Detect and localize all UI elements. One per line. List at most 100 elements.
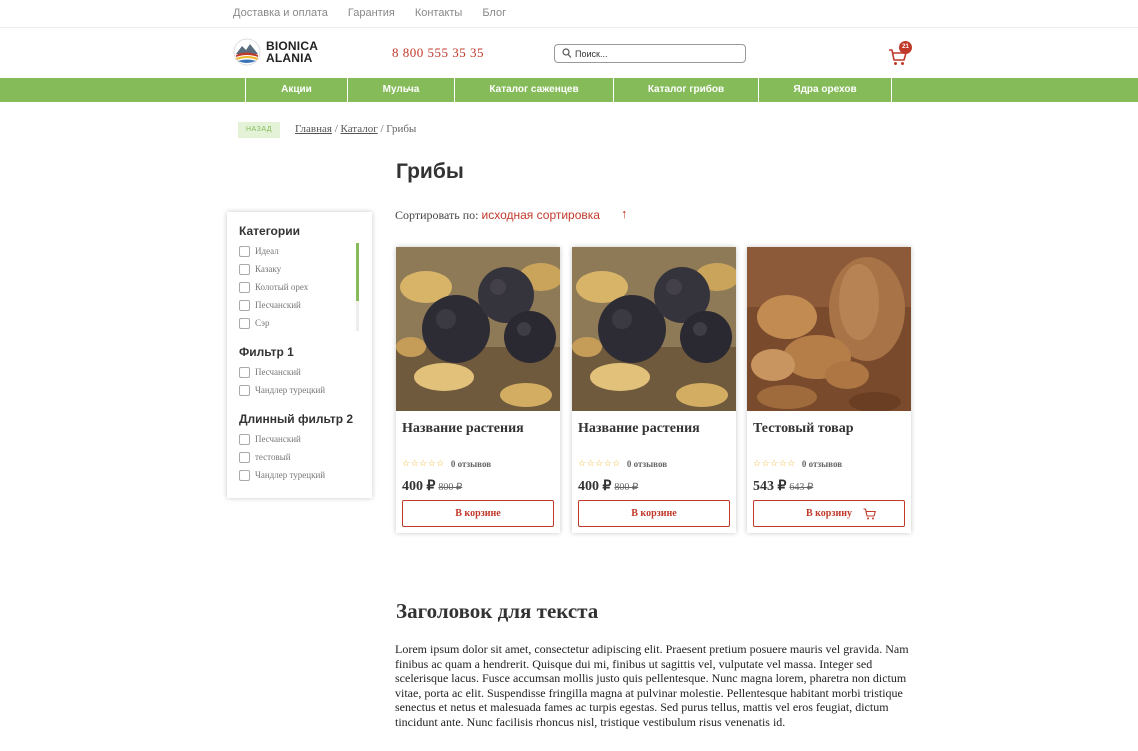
breadcrumb: Главная / Каталог / Грибы: [295, 123, 416, 135]
filter-option-label: Чандлер турецкий: [255, 470, 326, 480]
logo-icon: [233, 38, 261, 66]
filter-group-filter1: Фильтр 1 Песчанский Чандлер турецкий: [239, 345, 325, 399]
logo-line2: ALANIA: [266, 51, 313, 65]
add-to-cart-button[interactable]: В корзину: [753, 500, 905, 527]
add-to-cart-label: В корзину: [805, 508, 853, 519]
breadcrumb-current: Грибы: [386, 123, 417, 135]
breadcrumb-home[interactable]: Главная: [295, 123, 332, 135]
sort-direction-arrow-icon[interactable]: ↑: [621, 206, 628, 221]
cart-button[interactable]: 21: [888, 41, 914, 67]
old-price: 800 ₽: [438, 482, 463, 493]
scrollbar-thumb[interactable]: [356, 243, 359, 301]
checkbox[interactable]: [239, 299, 250, 311]
checkbox[interactable]: [239, 245, 250, 257]
search-input[interactable]: [575, 45, 740, 62]
product-name[interactable]: Тестовый товар: [753, 421, 854, 437]
phone-number[interactable]: 8 800 555 35 35: [392, 45, 484, 61]
filter-option-label: Идеал: [255, 246, 279, 256]
nav-item-seedlings[interactable]: Каталог саженцев: [455, 78, 614, 102]
sort-label: Сортировать по:: [395, 208, 482, 222]
filter-option-label: Казаку: [255, 264, 282, 274]
checkbox[interactable]: [239, 281, 250, 293]
filter-option-label: Песчанский: [255, 434, 301, 444]
in-cart-button[interactable]: В корзине: [402, 500, 554, 527]
top-utility-bar: Доставка и оплата Гарантия Контакты Блог: [0, 0, 1138, 28]
in-cart-button[interactable]: В корзине: [578, 500, 730, 527]
link-blog[interactable]: Блог: [482, 7, 506, 19]
product-name[interactable]: Название растения: [402, 421, 524, 437]
logo[interactable]: BIONICA ALANIA: [233, 38, 318, 66]
checkbox[interactable]: [239, 384, 250, 396]
walnuts-image: [747, 247, 911, 411]
product-image[interactable]: [396, 247, 560, 411]
checkbox[interactable]: [239, 263, 250, 275]
nav-item-mushrooms[interactable]: Каталог грибов: [614, 78, 759, 102]
product-name[interactable]: Название растения: [578, 421, 700, 437]
reviews-count[interactable]: 0 отзывов: [627, 459, 667, 469]
filter-option[interactable]: Казаку: [239, 260, 308, 278]
checkbox[interactable]: [239, 317, 250, 329]
filter-option-label: тестовый: [255, 452, 291, 462]
filter-option-label: Песчанский: [255, 300, 301, 310]
product-price: 400 ₽800 ₽: [578, 478, 638, 495]
rating-stars-icon: ☆☆☆☆☆: [753, 459, 796, 469]
filter-group-filter2: Длинный фильтр 2 Песчанский тестовый Чан…: [239, 412, 353, 484]
truffles-image: [396, 247, 560, 411]
filter-option-label: Колотый орех: [255, 282, 309, 292]
page-title: Грибы: [396, 160, 464, 183]
filter-group-categories: Категории Идеал Казаку Колотый орех Песч…: [239, 224, 308, 332]
current-price: 400 ₽: [402, 479, 436, 494]
filter-option[interactable]: Сэр: [239, 314, 308, 332]
text-section-body: Lorem ipsum dolor sit amet, consectetur …: [395, 642, 909, 729]
truffles-image: [572, 247, 736, 411]
checkbox[interactable]: [239, 469, 250, 481]
old-price: 800 ₽: [614, 482, 639, 493]
checkbox[interactable]: [239, 433, 250, 445]
current-price: 400 ₽: [578, 479, 612, 494]
breadcrumb-separator: /: [377, 123, 387, 135]
categories-scrollbar[interactable]: [356, 243, 359, 331]
filter-option-label: Сэр: [255, 318, 270, 328]
nav-items: Акции Мульча Каталог саженцев Каталог гр…: [245, 78, 892, 102]
filter-option[interactable]: Песчанский: [239, 430, 353, 448]
current-price: 543 ₽: [753, 479, 787, 494]
filter-option[interactable]: Песчанский: [239, 296, 308, 314]
checkbox[interactable]: [239, 366, 250, 378]
filter-group-title: Категории: [239, 224, 300, 238]
search-icon: [562, 48, 572, 58]
filter-option[interactable]: Чандлер турецкий: [239, 466, 353, 484]
product-image[interactable]: [747, 247, 911, 411]
nav-item-promotions[interactable]: Акции: [246, 78, 348, 102]
back-button[interactable]: НАЗАД: [238, 122, 280, 138]
product-image[interactable]: [572, 247, 736, 411]
filter-option[interactable]: Песчанский: [239, 363, 325, 381]
product-card[interactable]: Название растения ☆☆☆☆☆ 0 отзывов 400 ₽8…: [396, 247, 560, 533]
old-price: 643 ₽: [789, 482, 814, 493]
product-rating: ☆☆☆☆☆ 0 отзывов: [402, 459, 491, 469]
filter-option[interactable]: Идеал: [239, 242, 308, 260]
nav-item-nuts[interactable]: Ядра орехов: [759, 78, 892, 102]
link-contacts[interactable]: Контакты: [415, 7, 463, 19]
product-rating: ☆☆☆☆☆ 0 отзывов: [578, 459, 667, 469]
rating-stars-icon: ☆☆☆☆☆: [578, 459, 621, 469]
cart-count-badge: 21: [899, 41, 912, 54]
site-header: BIONICA ALANIA 8 800 555 35 35 21: [0, 29, 1138, 77]
filter-group-title: Фильтр 1: [239, 345, 294, 359]
sort-dropdown[interactable]: исходная сортировка: [482, 208, 600, 222]
link-warranty[interactable]: Гарантия: [348, 7, 395, 19]
filter-option[interactable]: Чандлер турецкий: [239, 381, 325, 399]
reviews-count[interactable]: 0 отзывов: [451, 459, 491, 469]
filter-option[interactable]: Колотый орех: [239, 278, 308, 296]
rating-stars-icon: ☆☆☆☆☆: [402, 459, 445, 469]
link-delivery[interactable]: Доставка и оплата: [233, 7, 328, 19]
top-links: Доставка и оплата Гарантия Контакты Блог: [233, 7, 506, 19]
product-card[interactable]: Тестовый товар ☆☆☆☆☆ 0 отзывов 543 ₽643 …: [747, 247, 911, 533]
filter-option[interactable]: тестовый: [239, 448, 353, 466]
checkbox[interactable]: [239, 451, 250, 463]
nav-item-mulch[interactable]: Мульча: [348, 78, 455, 102]
breadcrumb-catalog[interactable]: Каталог: [341, 123, 378, 135]
product-card[interactable]: Название растения ☆☆☆☆☆ 0 отзывов 400 ₽8…: [572, 247, 736, 533]
reviews-count[interactable]: 0 отзывов: [802, 459, 842, 469]
filter-group-title: Длинный фильтр 2: [239, 412, 354, 426]
text-section-title: Заголовок для текста: [396, 599, 599, 623]
